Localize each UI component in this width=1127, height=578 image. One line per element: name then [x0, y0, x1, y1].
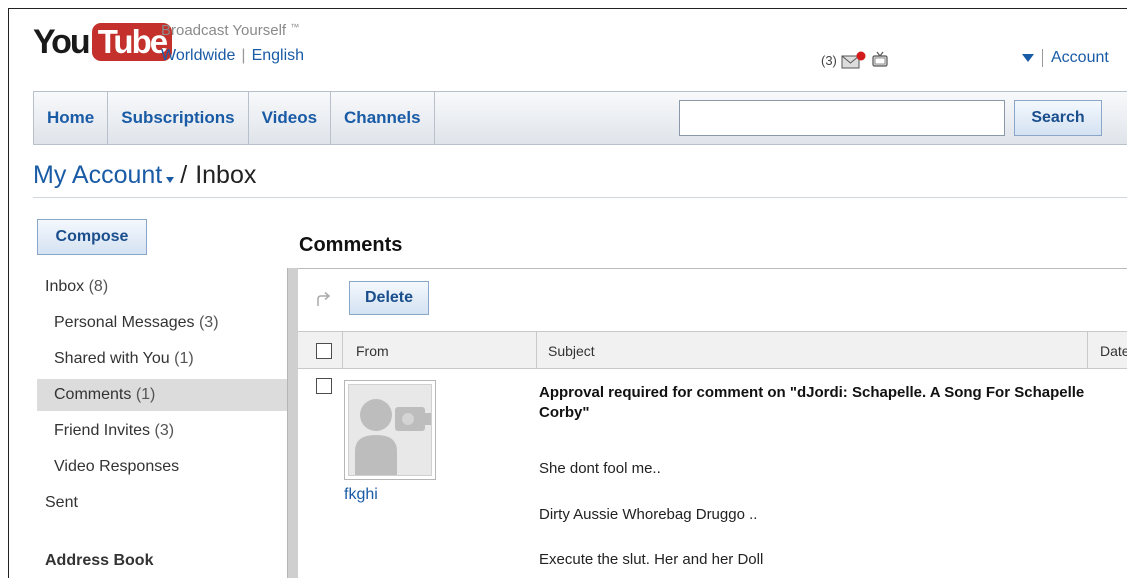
sidebar-item-label: Shared with You [54, 350, 170, 367]
youtube-logo[interactable]: You Tube [33, 23, 173, 61]
nav-tab-home[interactable]: Home [34, 92, 109, 144]
message-body-line: Dirty Aussie Whorebag Druggo .. [539, 506, 758, 523]
message-subject[interactable]: Approval required for comment on "dJordi… [539, 383, 1099, 423]
compose-button[interactable]: Compose [37, 219, 147, 255]
column-header-from[interactable]: From [356, 332, 389, 368]
forward-arrow-icon[interactable] [315, 291, 333, 312]
sidebar-item-comments[interactable]: Comments (1) [37, 379, 287, 411]
header-divider [33, 197, 1127, 198]
caret-down-icon[interactable] [166, 176, 175, 183]
notification-count: (3) [821, 52, 837, 68]
message-checkbox[interactable] [316, 378, 332, 394]
avatar[interactable] [344, 380, 436, 480]
my-account-link[interactable]: My Account [33, 161, 162, 190]
page-title: Inbox [195, 161, 257, 189]
sidebar-item-label: Comments [54, 386, 132, 403]
tagline-text: Broadcast Yourself [161, 22, 287, 39]
sidebar-item-count: (1) [135, 386, 156, 403]
column-divider [342, 332, 343, 368]
trademark-symbol: ™ [290, 22, 300, 32]
breadcrumb-separator: / [180, 161, 188, 189]
sidebar-item-friend-invites[interactable]: Friend Invites (3) [37, 415, 287, 447]
sidebar-item-label: Sent [45, 494, 78, 511]
sidebar-item-label: Personal Messages [54, 314, 195, 331]
message-body-line: Execute the slut. Her and her Doll [539, 551, 764, 568]
region-link[interactable]: Worldwide [161, 47, 235, 65]
column-header-subject[interactable]: Subject [548, 332, 595, 368]
sidebar-item-sent[interactable]: Sent [37, 487, 287, 519]
search-input[interactable] [679, 100, 1005, 136]
select-all-checkbox[interactable] [316, 343, 332, 359]
mail-icon[interactable] [841, 51, 867, 69]
tv-icon[interactable] [871, 51, 889, 69]
sidebar-item-label: Friend Invites [54, 422, 151, 439]
account-separator [1042, 49, 1043, 67]
main-nav: Home Subscriptions Videos Channels Searc… [33, 91, 1127, 145]
sidebar-item-inbox[interactable]: Inbox (8) [37, 271, 287, 303]
sidebar-item-personal-messages[interactable]: Personal Messages (3) [37, 307, 287, 339]
column-header-date[interactable]: Date [1100, 332, 1127, 368]
breadcrumb: My Account / Inbox [33, 161, 256, 190]
tagline: Broadcast Yourself ™ [161, 22, 299, 39]
sidebar-item-count: (1) [174, 350, 194, 367]
account-menu[interactable]: Account [1022, 49, 1109, 67]
main-top-rule [298, 268, 1127, 269]
delete-button[interactable]: Delete [349, 281, 429, 315]
nav-tab-channels[interactable]: Channels [331, 92, 435, 144]
sidebar-item-label: Video Responses [54, 458, 180, 475]
messages-table-header: From Subject Date [298, 331, 1127, 369]
column-divider [536, 332, 537, 368]
locale-links: Worldwide | English [161, 47, 304, 65]
sidebar-item-address-book[interactable]: Address Book [37, 545, 287, 577]
panel-splitter[interactable] [287, 268, 298, 578]
inbox-sidebar: Inbox (8) Personal Messages (3) Shared w… [37, 271, 287, 578]
message-body-line: She dont fool me.. [539, 460, 661, 477]
default-user-icon [348, 384, 432, 476]
notifications: (3) [821, 51, 889, 69]
sidebar-item-count: (3) [154, 422, 175, 439]
nav-tab-videos[interactable]: Videos [249, 92, 332, 144]
chevron-down-icon[interactable] [1022, 54, 1034, 62]
sidebar-item-label: Address Book [45, 552, 154, 569]
sidebar-item-count: (8) [88, 278, 109, 295]
sidebar-item-label: Inbox [45, 278, 85, 295]
logo-you-text: You [33, 23, 91, 61]
locale-separator: | [241, 47, 246, 64]
browser-page: You Tube Broadcast Yourself ™ Worldwide … [8, 8, 1127, 578]
column-divider [1087, 332, 1088, 368]
search-button[interactable]: Search [1014, 100, 1102, 136]
sidebar-item-count: (3) [198, 314, 219, 331]
sender-link[interactable]: fkghi [344, 486, 378, 504]
section-title: Comments [299, 234, 403, 256]
nav-tab-subscriptions[interactable]: Subscriptions [108, 92, 249, 144]
language-link[interactable]: English [252, 47, 304, 65]
account-link[interactable]: Account [1051, 49, 1109, 67]
sidebar-item-video-responses[interactable]: Video Responses [37, 451, 287, 483]
sidebar-item-shared-with-you[interactable]: Shared with You (1) [37, 343, 287, 375]
